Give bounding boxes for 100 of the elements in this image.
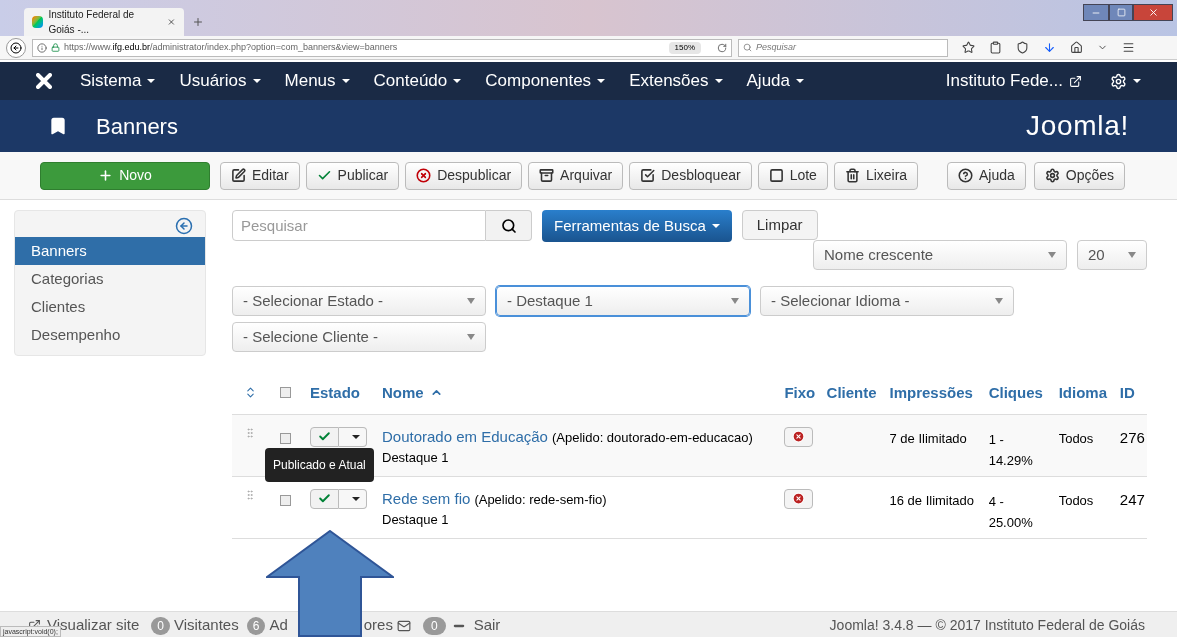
download-icon[interactable] — [1043, 41, 1056, 54]
select-field[interactable]: Nome crescente — [813, 240, 1067, 270]
nav-menu[interactable]: Extensões — [629, 68, 723, 94]
count-badge: 6 — [246, 616, 266, 635]
shield-icon[interactable] — [1016, 41, 1029, 54]
checkin-icon — [640, 168, 656, 183]
select-field[interactable]: - Destaque 1 — [496, 286, 750, 316]
drag-handle-icon[interactable] — [244, 426, 256, 439]
column-header[interactable]: Cliques — [988, 383, 1043, 401]
check-icon — [318, 492, 331, 505]
nav-menu[interactable]: Ajuda — [746, 68, 804, 94]
home-icon[interactable] — [1070, 41, 1083, 54]
bookmark-icon[interactable] — [962, 41, 975, 54]
toolbar-button[interactable]: Ajuda — [946, 161, 1026, 190]
status-dropdown[interactable] — [339, 488, 367, 509]
status-toggle[interactable] — [310, 488, 339, 509]
nav-menu[interactable]: Menus — [284, 68, 350, 94]
banner-link[interactable]: Rede sem fio — [382, 489, 471, 507]
admins-label: ores — [363, 615, 393, 636]
toolbar-button[interactable]: Opções — [1033, 161, 1125, 190]
close-icon[interactable] — [167, 17, 176, 27]
column-header[interactable]: ID — [1119, 383, 1135, 401]
dropdown-arrow-icon — [1128, 252, 1136, 258]
search-button[interactable] — [486, 210, 532, 241]
url-text[interactable]: https://www.ifg.edu.br/administrator/index.php?option=com_banners&view=banners — [64, 40, 398, 55]
clear-button[interactable]: Limpar — [741, 210, 818, 240]
select-field[interactable]: - Selecionar Estado - — [232, 286, 486, 316]
nav-menu[interactable]: Conteúdo — [373, 68, 462, 94]
sidebar-item[interactable]: Desempenho — [15, 321, 205, 349]
toolbar-button[interactable]: Desbloquear — [629, 161, 752, 190]
cross-circle-icon — [792, 430, 806, 443]
toolbar-button[interactable]: Novo — [40, 161, 210, 190]
joomla-logo-icon[interactable] — [36, 73, 52, 89]
help-icon — [957, 168, 973, 183]
category-text: Destaque 1 — [382, 510, 450, 529]
toolbar-button[interactable]: Arquivar — [528, 161, 624, 190]
caret-icon — [341, 79, 350, 83]
select-field[interactable]: - Selecione Cliente - — [232, 322, 486, 352]
sidebar-item[interactable]: Banners — [15, 237, 205, 265]
sidebar-item[interactable]: Categorias — [15, 265, 205, 293]
minimize-button[interactable] — [1083, 4, 1109, 21]
toolbar-button[interactable]: Editar — [220, 161, 300, 190]
external-link-icon — [1069, 74, 1082, 88]
copyright-text: Joomla! 3.4.8 — © 2017 Instituto Federal de Goiás — [829, 616, 1145, 635]
select-field[interactable]: - Selecionar Idioma - — [760, 286, 1014, 316]
search-tools-button[interactable]: Ferramentas de Busca — [542, 210, 732, 242]
status-dropdown[interactable] — [339, 426, 367, 447]
caret-icon — [147, 79, 156, 83]
caret-icon — [714, 79, 723, 83]
check-icon — [318, 430, 331, 443]
dropdown-arrow-icon — [995, 298, 1003, 304]
nav-menu[interactable]: Usuários — [179, 68, 261, 94]
site-link[interactable]: Instituto Fede... — [945, 68, 1082, 94]
column-header[interactable]: Impressões — [889, 383, 973, 401]
nav-menu[interactable]: Sistema — [80, 68, 156, 94]
pinned-toggle[interactable] — [784, 426, 814, 447]
clicks-text: 1 - 14.29% — [988, 430, 1034, 470]
menu-icon[interactable] — [1122, 41, 1135, 54]
banner-link[interactable]: Doutorado em Educação — [382, 427, 548, 445]
unpublish-icon — [416, 168, 432, 183]
caret-icon — [1133, 79, 1141, 83]
logout-link[interactable]: Sair — [473, 614, 501, 637]
drag-handle-icon[interactable] — [244, 488, 256, 501]
toolbar-button[interactable]: Lote — [757, 161, 828, 190]
nav-menu[interactable]: Componentes — [485, 68, 606, 94]
select-field[interactable]: 20 — [1077, 240, 1147, 270]
column-header[interactable]: Estado — [310, 383, 360, 401]
column-header[interactable]: Nome — [382, 381, 443, 404]
checkbox[interactable] — [280, 432, 291, 444]
pinned-toggle[interactable] — [784, 488, 814, 509]
status-toggle[interactable] — [310, 426, 339, 447]
browser-tab[interactable]: Instituto Federal de Goiás -... — [24, 8, 184, 36]
info-icon[interactable] — [37, 42, 47, 53]
sort-icon[interactable] — [244, 386, 257, 400]
column-header[interactable]: Idioma — [1058, 383, 1107, 401]
browser-search-field[interactable]: Pesquisar — [738, 38, 948, 57]
checkbox[interactable] — [280, 494, 291, 506]
column-header[interactable]: Fixo — [784, 383, 816, 401]
settings-menu[interactable] — [1110, 72, 1141, 90]
maximize-button[interactable] — [1109, 4, 1133, 21]
clipboard-icon[interactable] — [989, 41, 1002, 54]
mail-icon — [396, 618, 411, 633]
sidebar-item[interactable]: Clientes — [15, 293, 205, 321]
toolbar-button[interactable]: Despublicar — [405, 161, 523, 190]
toolbar-button[interactable]: Lixeira — [833, 161, 919, 190]
back-button[interactable] — [6, 37, 26, 58]
collapse-icon[interactable] — [175, 217, 193, 235]
new-tab-icon[interactable] — [192, 16, 204, 28]
search-field[interactable]: Pesquisar — [232, 210, 486, 241]
toolbar-button[interactable]: Publicar — [305, 161, 400, 190]
page-title: Banners — [96, 112, 178, 141]
options-icon — [1044, 168, 1060, 183]
column-header[interactable]: Cliente — [826, 383, 877, 401]
checkbox[interactable] — [280, 387, 291, 399]
caret-icon — [453, 79, 462, 83]
alias-text: (Apelido: rede-sem-fio) — [474, 491, 607, 507]
reload-icon[interactable] — [717, 42, 727, 53]
zoom-badge[interactable]: 150% — [668, 41, 701, 54]
caret-icon — [796, 79, 804, 83]
clicks-text: 4 - 25.00% — [988, 492, 1034, 532]
